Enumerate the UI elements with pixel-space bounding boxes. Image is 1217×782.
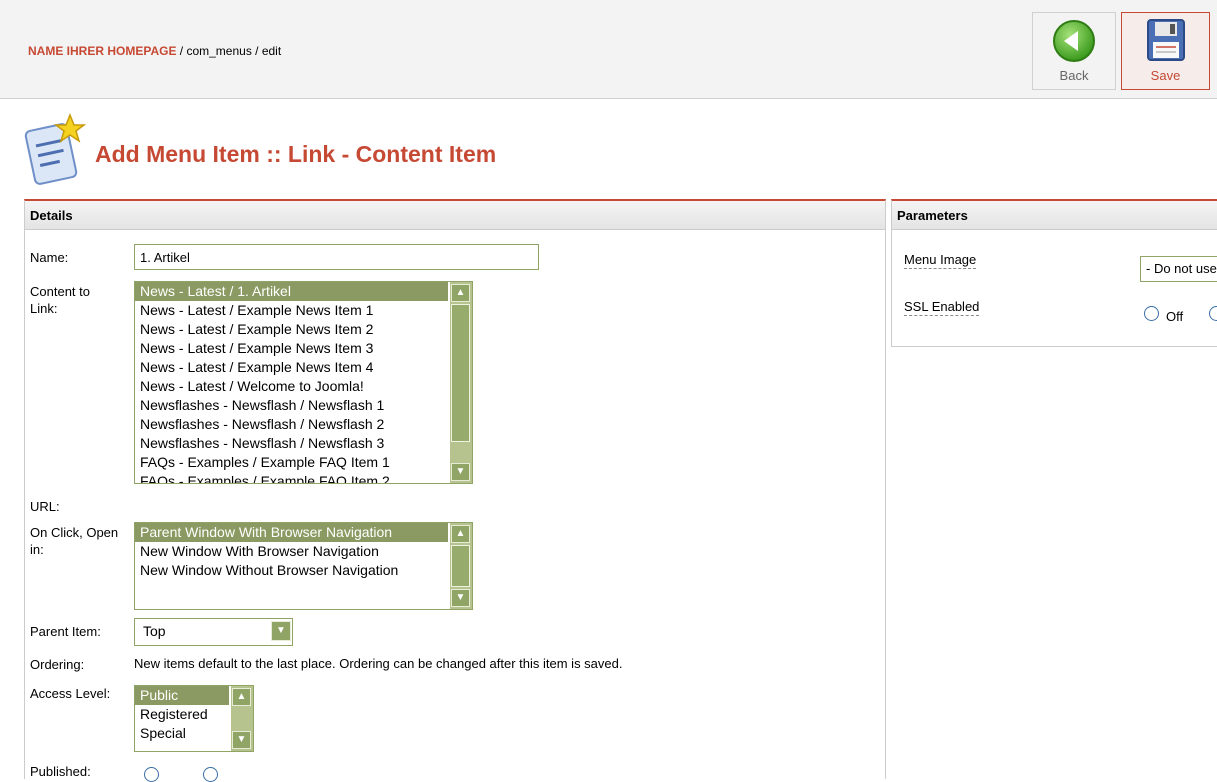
scroll-down-icon[interactable]: ▼ [451,589,470,607]
access-level-listbox[interactable]: Public Registered Special ▲ ▼ [134,685,254,752]
url-label: URL: [30,499,60,514]
name-input[interactable] [134,244,539,270]
floppy-disk-icon [1146,19,1185,61]
menu-image-select[interactable]: - Do not use - [1140,256,1217,282]
list-item[interactable]: Special [135,724,229,743]
scroll-up-icon[interactable]: ▲ [451,525,470,543]
published-label: Published: [30,764,91,779]
scroll-down-icon[interactable]: ▼ [232,731,251,749]
scroll-thumb[interactable] [451,545,470,587]
access-scrollbar[interactable]: ▲ ▼ [231,686,253,751]
parameters-header: Parameters [892,201,1217,230]
back-button[interactable]: Back [1032,12,1116,90]
save-button[interactable]: Save [1121,12,1210,90]
access-level-label: Access Level: [30,686,111,701]
details-panel: Details Name: Content to Link: News - La… [24,199,886,782]
breadcrumb-home[interactable]: NAME IHRER HOMEPAGE [28,44,176,58]
onclick-label: On Click, Open in: [30,525,119,557]
parent-item-label: Parent Item: [30,624,101,639]
published-yes-radio[interactable] [203,767,218,782]
list-item[interactable]: Registered [135,705,229,724]
ordering-note: New items default to the last place. Ord… [134,656,623,671]
parent-item-select[interactable]: Top ▼ [134,618,293,646]
ssl-off-radio[interactable] [1144,306,1159,321]
list-item[interactable]: Newsflashes - Newsflash / Newsflash 3 [135,434,448,453]
menu-image-label: Menu Image [904,252,977,269]
scroll-up-icon[interactable]: ▲ [232,688,251,706]
toolbar: NAME IHRER HOMEPAGE / com_menus / edit B… [0,0,1217,99]
ssl-enabled-label: SSL Enabled [904,299,980,316]
details-header: Details [25,201,885,230]
list-item[interactable]: News - Latest / Example News Item 2 [135,320,448,339]
menu-item-add-icon [24,113,86,185]
list-item[interactable]: New Window Without Browser Navigation [135,561,448,580]
back-arrow-icon [1053,20,1095,62]
breadcrumb-path: / com_menus / edit [176,44,282,58]
parameters-panel: Parameters Menu Image - Do not use - SSL… [891,199,1217,347]
published-no-radio[interactable] [144,767,159,782]
page-title: Add Menu Item :: Link - Content Item [95,141,497,167]
list-item[interactable]: News - Latest / Example News Item 3 [135,339,448,358]
list-item[interactable]: News - Latest / 1. Artikel [135,282,448,301]
scroll-down-icon[interactable]: ▼ [451,463,470,481]
list-item[interactable]: FAQs - Examples / Example FAQ Item 1 [135,453,448,472]
scroll-thumb[interactable] [451,304,470,442]
content-to-link-listbox[interactable]: News - Latest / 1. Artikel News - Latest … [134,281,473,484]
onclick-scrollbar[interactable]: ▲ ▼ [450,523,472,609]
menu-image-value: - Do not use - [1146,261,1217,276]
list-item[interactable]: Public [135,686,229,705]
list-item[interactable]: Newsflashes - Newsflash / Newsflash 2 [135,415,448,434]
name-label: Name: [30,250,69,265]
scroll-up-icon[interactable]: ▲ [451,284,470,302]
content-scrollbar[interactable]: ▲ ▼ [450,282,472,483]
content-to-link-label: Content to Link: [30,284,90,316]
ssl-off-label: Off [1166,309,1184,324]
back-label: Back [1059,68,1089,83]
onclick-listbox[interactable]: Parent Window With Browser Navigation New… [134,522,473,610]
chevron-down-icon: ▼ [271,621,291,641]
ssl-on-radio[interactable] [1209,306,1217,321]
list-item[interactable]: News - Latest / Example News Item 1 [135,301,448,320]
breadcrumb: NAME IHRER HOMEPAGE / com_menus / edit [28,44,281,58]
list-item[interactable]: FAQs - Examples / Example FAQ Item 2 [135,472,448,483]
parent-item-value: Top [143,623,166,639]
list-item[interactable]: News - Latest / Welcome to Joomla! [135,377,448,396]
list-item[interactable]: Newsflashes - Newsflash / Newsflash 1 [135,396,448,415]
ordering-label: Ordering: [30,657,85,672]
list-item[interactable]: New Window With Browser Navigation [135,542,448,561]
list-item[interactable]: News - Latest / Example News Item 4 [135,358,448,377]
list-item[interactable]: Parent Window With Browser Navigation [135,523,448,542]
save-label: Save [1150,68,1181,83]
